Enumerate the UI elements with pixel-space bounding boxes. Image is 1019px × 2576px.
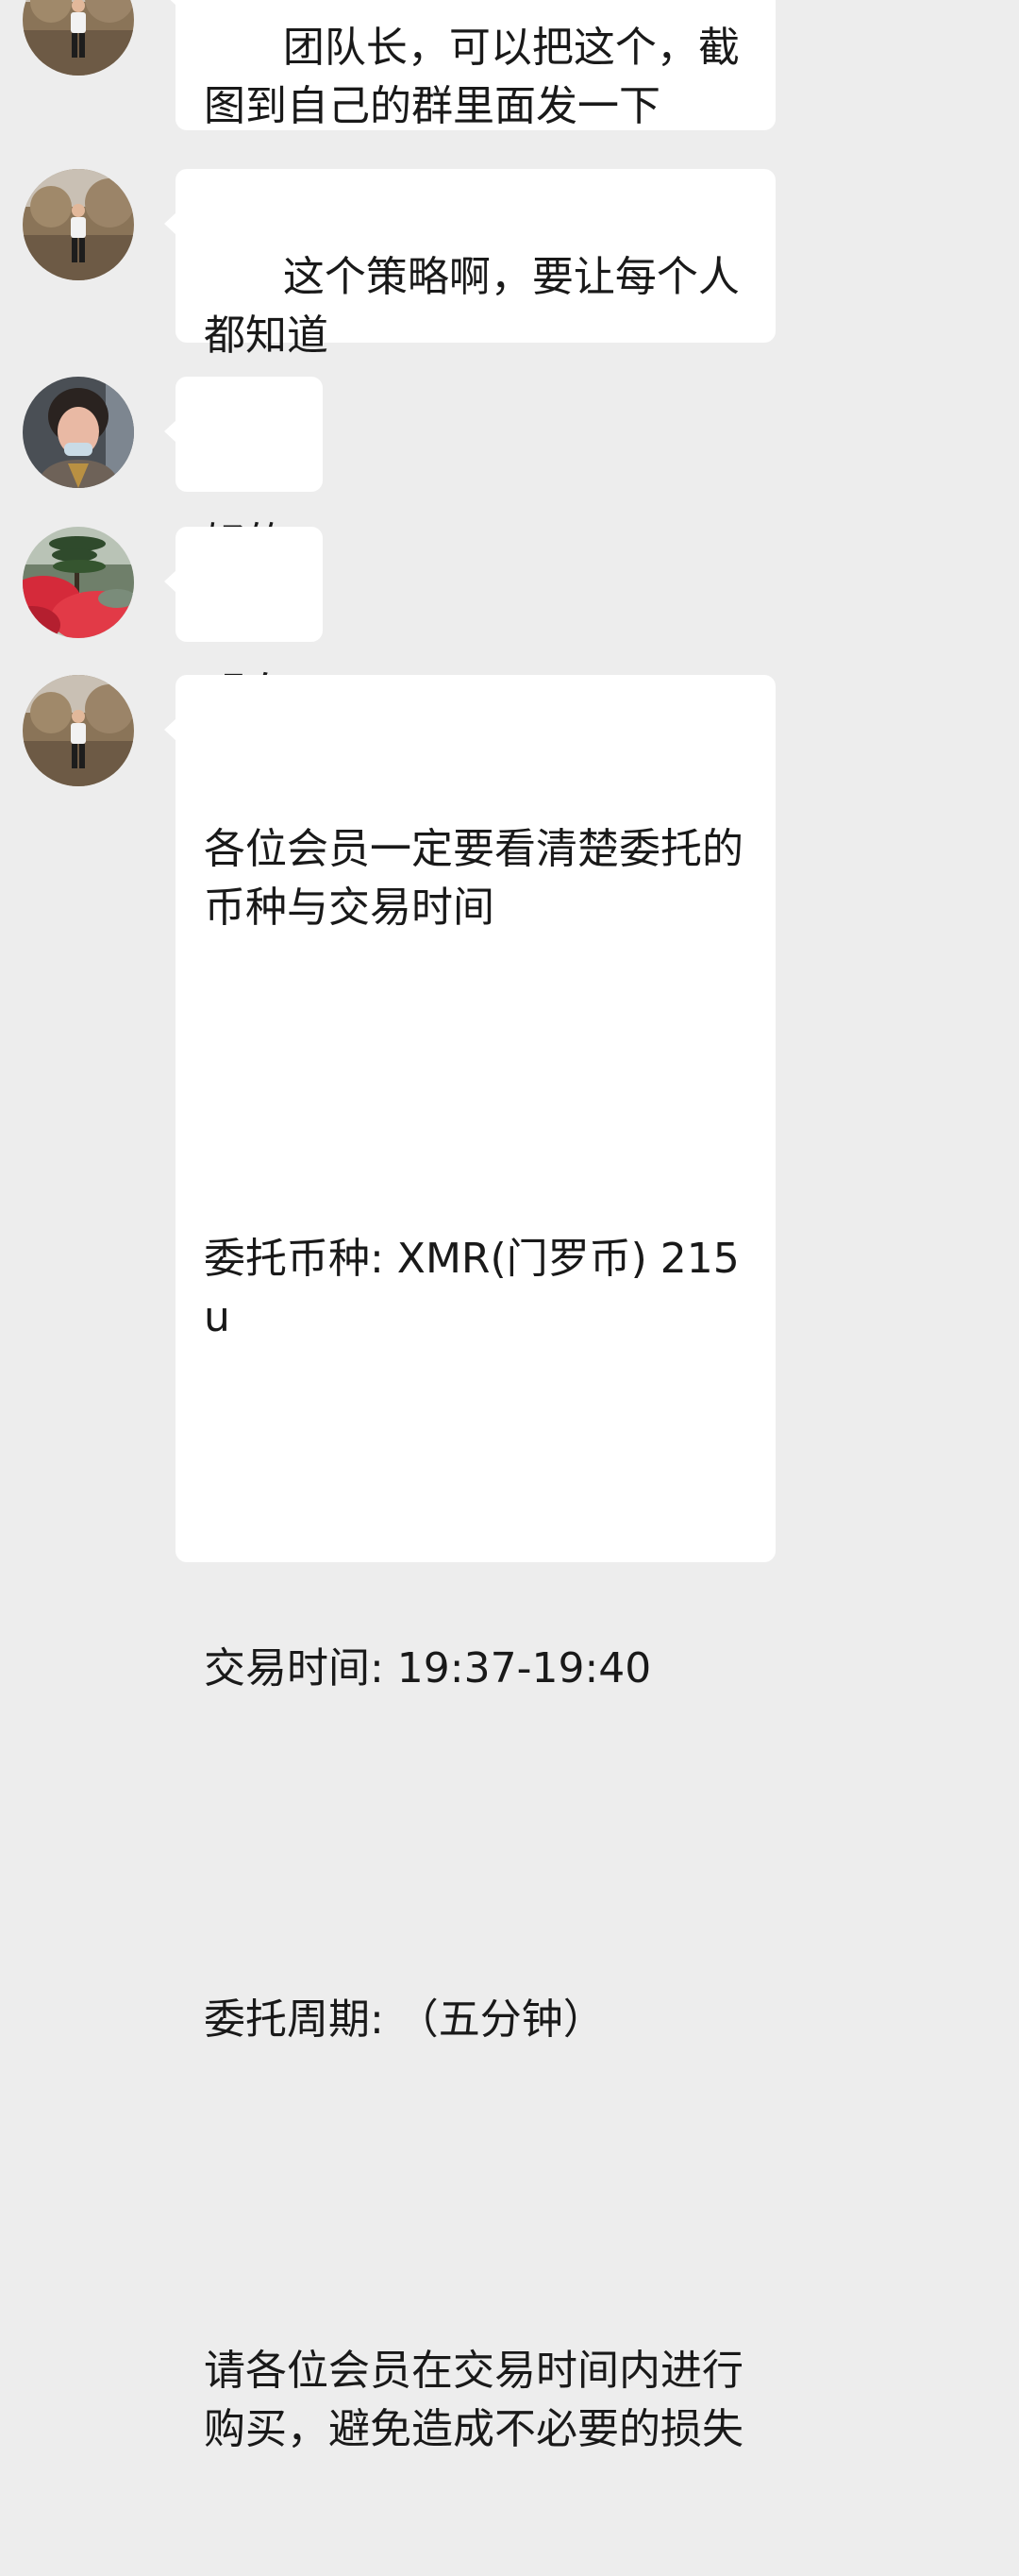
sender-avatar[interactable] — [23, 377, 134, 488]
sender-avatar[interactable] — [23, 0, 134, 76]
message-bubble[interactable]: 这个策略啊，要让每个人都知道 — [164, 169, 776, 360]
chat-message-list[interactable]: 团队长，可以把这个，截图到自己的群里面发一下 这个策略啊，要让每个人都知道 各位… — [0, 0, 1019, 2453]
sender-avatar[interactable] — [23, 169, 134, 280]
message-paragraph: 各位会员一定要看清楚委托的币种与交易时间 — [204, 825, 743, 932]
man-avatar-icon — [23, 0, 134, 76]
message-text: 这个策略啊，要让每个人都知道 — [204, 253, 740, 360]
man-avatar-icon — [23, 675, 134, 786]
message-paragraph: 委托周期: （五分钟） — [204, 1995, 605, 2044]
message-paragraph: 委托币种: XMR(门罗币) 215u — [204, 1235, 740, 1341]
woman-avatar-icon — [23, 377, 134, 488]
message-paragraph: 请各位会员在交易时间内进行购买，避免造成不必要的损失 — [204, 2347, 743, 2453]
message-paragraph: 交易时间: 19:37-19:40 — [204, 1644, 652, 1692]
sender-avatar[interactable] — [23, 675, 134, 786]
message-bubble[interactable]: 团队长，可以把这个，截图到自己的群里面发一下 — [164, 0, 776, 130]
sender-avatar[interactable] — [23, 527, 134, 638]
man-avatar-icon — [23, 169, 134, 280]
landscape-avatar-icon — [23, 527, 134, 638]
message-text: 团队长，可以把这个，截图到自己的群里面发一下 — [204, 24, 740, 130]
message-bubble[interactable]: 好的 — [164, 377, 323, 567]
message-bubble[interactable]: 明白 — [164, 527, 323, 717]
message-bubble[interactable]: 各位会员一定要看清楚委托的币种与交易时间 委托币种: XMR(门罗币) 215u… — [164, 675, 776, 2453]
